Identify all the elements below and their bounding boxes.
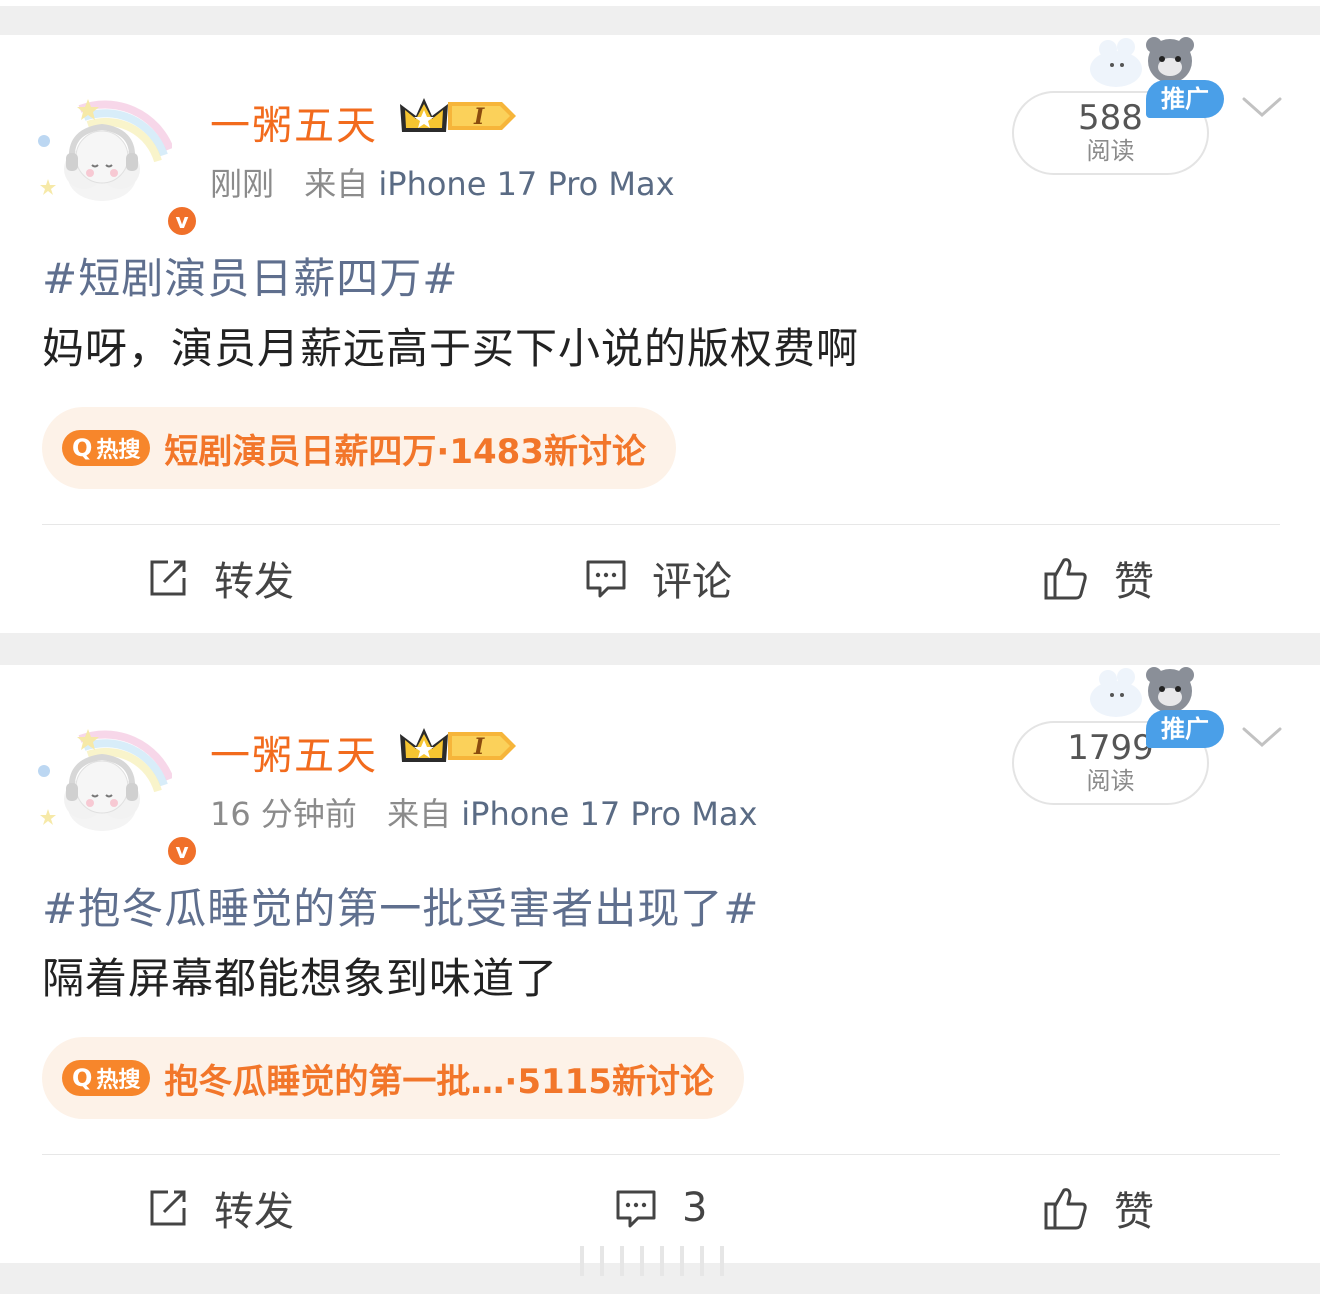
repost-label: 转发 [214, 559, 294, 605]
promo-badge: 推广 [1146, 710, 1224, 748]
post-time: 刚刚 [210, 165, 275, 203]
chevron-down-icon[interactable] [1240, 725, 1284, 751]
hot-search-link[interactable]: Q 热搜 抱冬瓜睡觉的第一批… ·5115新讨论 [42, 1037, 744, 1119]
chevron-down-icon[interactable] [1240, 95, 1284, 121]
read-label: 阅读 [1086, 767, 1135, 795]
like-button[interactable]: 赞 [1042, 1180, 1154, 1236]
hot-search-tag: Q 热搜 [62, 430, 151, 466]
comment-icon [616, 1190, 656, 1228]
crown-icon[interactable]: I [398, 94, 518, 138]
avatar-cloud-icon [38, 729, 172, 831]
like-label: 赞 [1114, 1189, 1154, 1235]
post-meta: 刚刚 来自 iPhone 17 Pro Max [210, 159, 675, 205]
post-separator [0, 633, 1320, 665]
hot-search-count: ·5115新讨论 [504, 1061, 714, 1102]
topic-link[interactable]: #短剧演员日薪四万# [42, 245, 458, 306]
top-gap [0, 0, 1320, 35]
verified-badge: v [165, 834, 199, 868]
verified-badge: v [165, 204, 199, 238]
post-meta: 16 分钟前 来自 iPhone 17 Pro Max [210, 789, 757, 835]
source-prefix: 来自 [387, 795, 452, 833]
read-label: 阅读 [1086, 137, 1135, 165]
repost-label: 转发 [214, 1189, 294, 1235]
post-source[interactable]: iPhone 17 Pro Max [461, 795, 757, 833]
comment-label: 评论 [652, 559, 732, 605]
comment-button[interactable]: 评论 [584, 550, 732, 606]
hot-search-tag: Q 热搜 [62, 1060, 151, 1096]
username[interactable]: 一粥五天 [210, 723, 378, 781]
source-prefix: 来自 [304, 165, 369, 203]
watermark-dots-icon [580, 1246, 724, 1276]
level-badge-text: I [473, 104, 485, 130]
avatar[interactable]: v [32, 699, 199, 868]
like-icon [1044, 1188, 1087, 1230]
hot-tag-label: 热搜 [96, 1068, 141, 1093]
action-divider [42, 1154, 1280, 1155]
username[interactable]: 一粥五天 [210, 93, 378, 151]
avatar[interactable]: v [32, 69, 199, 238]
avatar-cloud-icon [38, 99, 172, 201]
topic-link[interactable]: #抱冬瓜睡觉的第一批受害者出现了# [42, 875, 759, 936]
promo-badge: 推广 [1146, 80, 1224, 118]
top-edge [0, 0, 1320, 6]
post-card-1[interactable]: v 一粥五天 I 刚刚 来自 iPhone 17 Pro Max 588 阅读 … [0, 35, 1320, 633]
comment-icon [586, 560, 626, 598]
repost-icon [150, 560, 186, 596]
like-icon [1044, 558, 1087, 600]
hot-tag-label: 热搜 [96, 438, 141, 463]
like-label: 赞 [1114, 559, 1154, 605]
post-time: 16 分钟前 [210, 795, 357, 833]
comment-button[interactable]: 3 [614, 1180, 707, 1236]
hot-search-count: ·1483新讨论 [436, 431, 646, 472]
comment-count: 3 [682, 1185, 708, 1231]
hot-search-title: 短剧演员日薪四万 [164, 431, 437, 472]
hot-search-link[interactable]: Q 热搜 短剧演员日薪四万 ·1483新讨论 [42, 407, 676, 489]
like-button[interactable]: 赞 [1042, 550, 1154, 606]
repost-icon [150, 1190, 186, 1226]
repost-button[interactable]: 转发 [146, 550, 294, 606]
action-divider [42, 524, 1280, 525]
post-content: 妈呀，演员月薪远高于买下小说的版权费啊 [42, 324, 860, 373]
crown-icon[interactable]: I [398, 724, 518, 768]
search-icon: Q [72, 434, 93, 462]
level-badge-text: I [473, 734, 485, 760]
post-card-2[interactable]: v 一粥五天 I 16 分钟前 来自 iPhone 17 Pro Max 179… [0, 665, 1320, 1263]
repost-button[interactable]: 转发 [146, 1180, 294, 1236]
post-source[interactable]: iPhone 17 Pro Max [378, 165, 674, 203]
post-content: 隔着屏幕都能想象到味道了 [42, 954, 559, 1003]
search-icon: Q [72, 1064, 93, 1092]
hot-search-title: 抱冬瓜睡觉的第一批… [164, 1061, 505, 1102]
